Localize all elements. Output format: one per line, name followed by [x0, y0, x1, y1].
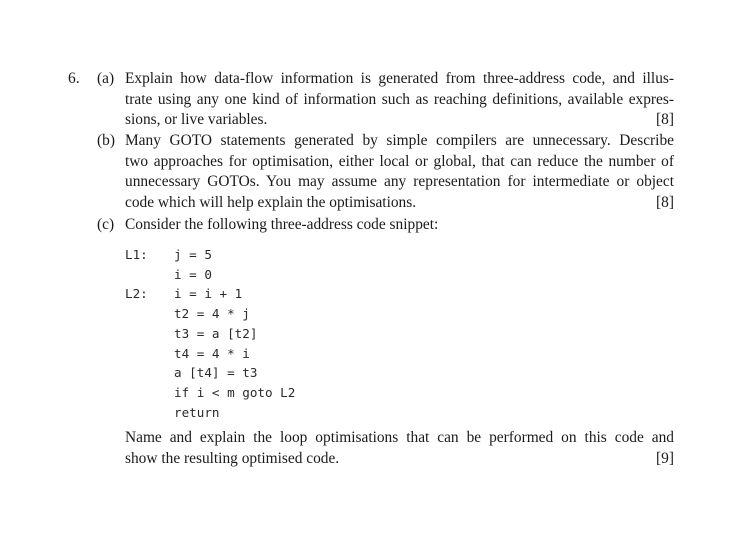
part-b-label: (b): [97, 132, 115, 149]
part-c-line-2: show the resulting optimised code.: [125, 449, 340, 467]
code-label: [125, 383, 174, 403]
code-line: if i < m goto L2: [125, 383, 295, 403]
code-statement: t4 = 4 * i: [174, 345, 250, 361]
code-line: t3 = a [t2]: [125, 324, 295, 344]
part-a-line-2: trate using any one kind of information …: [125, 90, 674, 108]
code-label: L1:: [125, 247, 148, 262]
part-b-line-1: Many GOTO statements generated by simple…: [125, 132, 674, 149]
code-statement: j = 5: [174, 247, 212, 262]
code-line: t2 = 4 * j: [125, 304, 295, 324]
part-a: (a) Explain how data-flow information is…: [97, 69, 674, 131]
code-label: [125, 403, 174, 423]
code-statement: i = i + 1: [174, 286, 243, 302]
question-number: 6.: [68, 70, 80, 87]
part-c: (c) Consider the following three-address…: [97, 215, 674, 236]
code-statement: i = 0: [174, 266, 212, 282]
part-b-line-3: unnecessary GOTOs. You may assume any re…: [125, 173, 674, 191]
part-b-line-2: two approaches for optimisation, either …: [125, 152, 674, 170]
part-a-line-3: sions, or live variables.: [125, 111, 268, 129]
code-statement: if i < m goto L2: [174, 384, 296, 400]
part-a-last-line: sions, or live variables. [8]: [125, 110, 674, 131]
code-label: [125, 265, 174, 285]
code-statement: t2 = 4 * j: [174, 306, 250, 322]
code-line: t4 = 4 * i: [125, 344, 295, 364]
code-label: [125, 304, 174, 324]
code-statement: a [t4] = t3: [174, 365, 258, 381]
part-b: (b) Many GOTO statements generated by si…: [97, 131, 674, 213]
part-b-marks: [8]: [656, 193, 674, 211]
code-line: L2: i = i + 1: [125, 284, 295, 304]
part-a-label: (a): [97, 70, 115, 87]
part-c-question: Name and explain the loop optimisations …: [125, 428, 674, 469]
part-c-marks: [9]: [656, 449, 674, 467]
code-label: L2:: [125, 286, 148, 302]
code-label: [125, 344, 174, 364]
part-a-line-1: Explain how data-flow information is gen…: [125, 70, 674, 87]
part-a-marks: [8]: [656, 111, 674, 129]
part-c-line-1: Name and explain the loop optimisations …: [125, 429, 674, 446]
part-c-intro-block: Consider the following three-address cod…: [125, 215, 674, 236]
code-line: a [t4] = t3: [125, 363, 295, 383]
part-c-last-line: show the resulting optimised code. [9]: [125, 449, 674, 470]
part-b-text: Many GOTO statements generated by simple…: [125, 131, 674, 213]
part-b-line-4: code which will help explain the optimis…: [125, 193, 417, 211]
part-b-last-line: code which will help explain the optimis…: [125, 193, 674, 214]
code-statement: t3 = a [t2]: [174, 325, 258, 341]
code-line: return: [125, 403, 295, 423]
part-a-text: Explain how data-flow information is gen…: [125, 69, 674, 131]
code-label: [125, 324, 174, 344]
code-line: i = 0: [125, 265, 295, 285]
code-statement: return: [174, 404, 220, 420]
part-c-intro: Consider the following three-address cod…: [125, 216, 439, 233]
code-label: [125, 363, 174, 383]
part-c-label: (c): [97, 216, 115, 233]
code-line: L1: j = 5: [125, 245, 295, 265]
code-snippet: L1: j = 5 i = 0 L2: i = i + 1 t2 = 4 * j t…: [125, 245, 295, 422]
